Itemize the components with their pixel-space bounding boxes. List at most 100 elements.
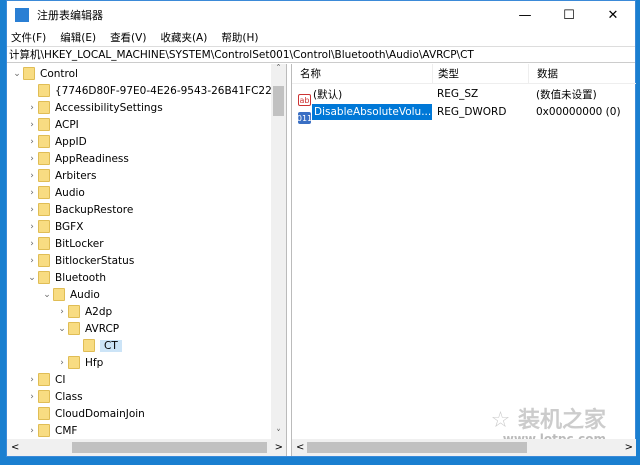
tree-item-label: AccessibilitySettings (55, 101, 163, 114)
menu-help[interactable]: 帮助(H) (221, 30, 258, 45)
tree-item[interactable]: › BGFX (26, 218, 83, 235)
key-tree: ⌄ Control {7746D80F-97E0-4E26-9543-26B41FC… (7, 64, 287, 456)
folder-icon (53, 288, 65, 301)
tree-item[interactable]: › Hfp (56, 354, 103, 371)
tree-item-label: A2dp (85, 305, 113, 318)
folder-icon (23, 67, 35, 80)
chevron-right-icon[interactable]: › (26, 239, 38, 249)
tree-item[interactable]: › CMF (26, 422, 77, 439)
scroll-thumb[interactable] (273, 86, 284, 116)
column-name[interactable]: 名称 (300, 66, 321, 81)
folder-icon (38, 152, 50, 165)
tree-item[interactable]: ⌄ AVRCP (56, 320, 119, 337)
folder-icon (68, 322, 80, 335)
tree-item-label: Arbiters (55, 169, 97, 182)
folder-icon (38, 220, 50, 233)
folder-icon (68, 305, 80, 318)
tree-vertical-scrollbar[interactable]: ˄ ˅ (271, 64, 286, 439)
chevron-right-icon[interactable]: › (56, 307, 68, 317)
tree-item[interactable]: › AccessibilitySettings (26, 99, 163, 116)
tree-item[interactable]: CT (71, 337, 122, 354)
tree-item[interactable]: › ACPI (26, 116, 79, 133)
tree-item[interactable]: ⌄ Control (11, 65, 78, 82)
app-icon (15, 8, 29, 22)
chevron-right-icon[interactable]: › (56, 358, 68, 368)
tree-item[interactable]: › Audio (26, 184, 85, 201)
value-list: 名称 类型 数据 ab (默认) REG_SZ (数值未设置) 011 Disa… (291, 64, 636, 456)
folder-icon (38, 424, 50, 437)
close-button[interactable]: ✕ (591, 8, 635, 23)
tree-item-label: CI (55, 373, 66, 386)
column-type[interactable]: 类型 (432, 64, 459, 84)
menu-edit[interactable]: 编辑(E) (60, 30, 96, 45)
folder-icon (38, 203, 50, 216)
chevron-right-icon[interactable]: › (26, 222, 38, 232)
chevron-right-icon[interactable]: › (26, 188, 38, 198)
chevron-right-icon[interactable]: › (26, 171, 38, 181)
chevron-right-icon[interactable]: › (26, 392, 38, 402)
chevron-right-icon[interactable]: › (26, 154, 38, 164)
title-bar: 注册表编辑器 — ☐ ✕ (7, 1, 635, 29)
chevron-down-icon[interactable]: ⌄ (56, 324, 68, 334)
tree-item-label: CMF (55, 424, 78, 437)
chevron-right-icon[interactable]: › (26, 375, 38, 385)
tree-item[interactable]: {7746D80F-97E0-4E26-9543-26B41FC22F79} (26, 82, 287, 99)
folder-icon (38, 135, 50, 148)
tree-item-label: AppReadiness (55, 152, 129, 165)
folder-icon (38, 254, 50, 267)
menu-file[interactable]: 文件(F) (11, 30, 46, 45)
folder-icon (38, 118, 50, 131)
chevron-down-icon[interactable]: ⌄ (11, 69, 23, 79)
tree-item-label: CT (100, 339, 122, 352)
tree-horizontal-scrollbar[interactable]: < > (7, 439, 286, 456)
menu-favorites[interactable]: 收藏夹(A) (160, 30, 207, 45)
menu-bar: 文件(F) 编辑(E) 查看(V) 收藏夹(A) 帮助(H) (7, 29, 635, 46)
maximize-button[interactable]: ☐ (547, 8, 591, 23)
tree-item-label: Audio (70, 288, 100, 301)
minimize-button[interactable]: — (503, 8, 547, 23)
tree-item-label: Audio (55, 186, 85, 199)
tree-item[interactable]: ⌄ Audio (41, 286, 100, 303)
tree-item-label: Bluetooth (55, 271, 106, 284)
list-row[interactable]: 011 DisableAbsoluteVolu... REG_DWORD 0x0… (292, 103, 636, 124)
folder-icon (38, 186, 50, 199)
tree-item[interactable]: › A2dp (56, 303, 112, 320)
folder-icon (38, 101, 50, 114)
list-header: 名称 类型 数据 (292, 64, 636, 84)
chevron-down-icon[interactable]: ⌄ (26, 273, 38, 283)
chevron-right-icon[interactable]: › (26, 120, 38, 130)
chevron-right-icon[interactable]: › (26, 137, 38, 147)
address-bar[interactable]: 计算机\HKEY_LOCAL_MACHINE\SYSTEM\ControlSet… (7, 46, 635, 63)
tree-item-label: ACPI (55, 118, 79, 131)
chevron-right-icon[interactable]: › (26, 256, 38, 266)
list-horizontal-scrollbar[interactable]: < > (292, 439, 636, 456)
column-data[interactable]: 数据 (528, 64, 558, 84)
tree-item-label: BitlockerStatus (55, 254, 135, 267)
folder-icon (38, 169, 50, 182)
folder-icon (83, 339, 95, 352)
chevron-right-icon[interactable]: › (26, 205, 38, 215)
tree-item-label: BGFX (55, 220, 84, 233)
tree-item-label: BitLocker (55, 237, 104, 250)
list-row[interactable]: ab (默认) REG_SZ (数值未设置) (292, 85, 636, 106)
tree-item-label: AppID (55, 135, 87, 148)
tree-item[interactable]: › Arbiters (26, 167, 96, 184)
tree-item[interactable]: › Class (26, 388, 83, 405)
tree-item[interactable]: › AppReadiness (26, 150, 129, 167)
tree-item[interactable]: › BackupRestore (26, 201, 133, 218)
tree-item[interactable]: › AppID (26, 133, 87, 150)
tree-item[interactable]: › BitlockerStatus (26, 252, 134, 269)
folder-icon (68, 356, 80, 369)
tree-item-label: Hfp (85, 356, 104, 369)
chevron-down-icon[interactable]: ⌄ (41, 290, 53, 300)
chevron-right-icon[interactable]: › (26, 426, 38, 436)
tree-item[interactable]: › CI (26, 371, 65, 388)
menu-view[interactable]: 查看(V) (110, 30, 146, 45)
tree-item[interactable]: › BitLocker (26, 235, 104, 252)
folder-icon (38, 373, 50, 386)
chevron-right-icon[interactable]: › (26, 103, 38, 113)
tree-item[interactable]: CloudDomainJoin (26, 405, 145, 422)
tree-item[interactable]: ⌄ Bluetooth (26, 269, 106, 286)
tree-item-label: {7746D80F-97E0-4E26-9543-26B41FC22F79} (55, 84, 287, 97)
folder-icon (38, 271, 50, 284)
